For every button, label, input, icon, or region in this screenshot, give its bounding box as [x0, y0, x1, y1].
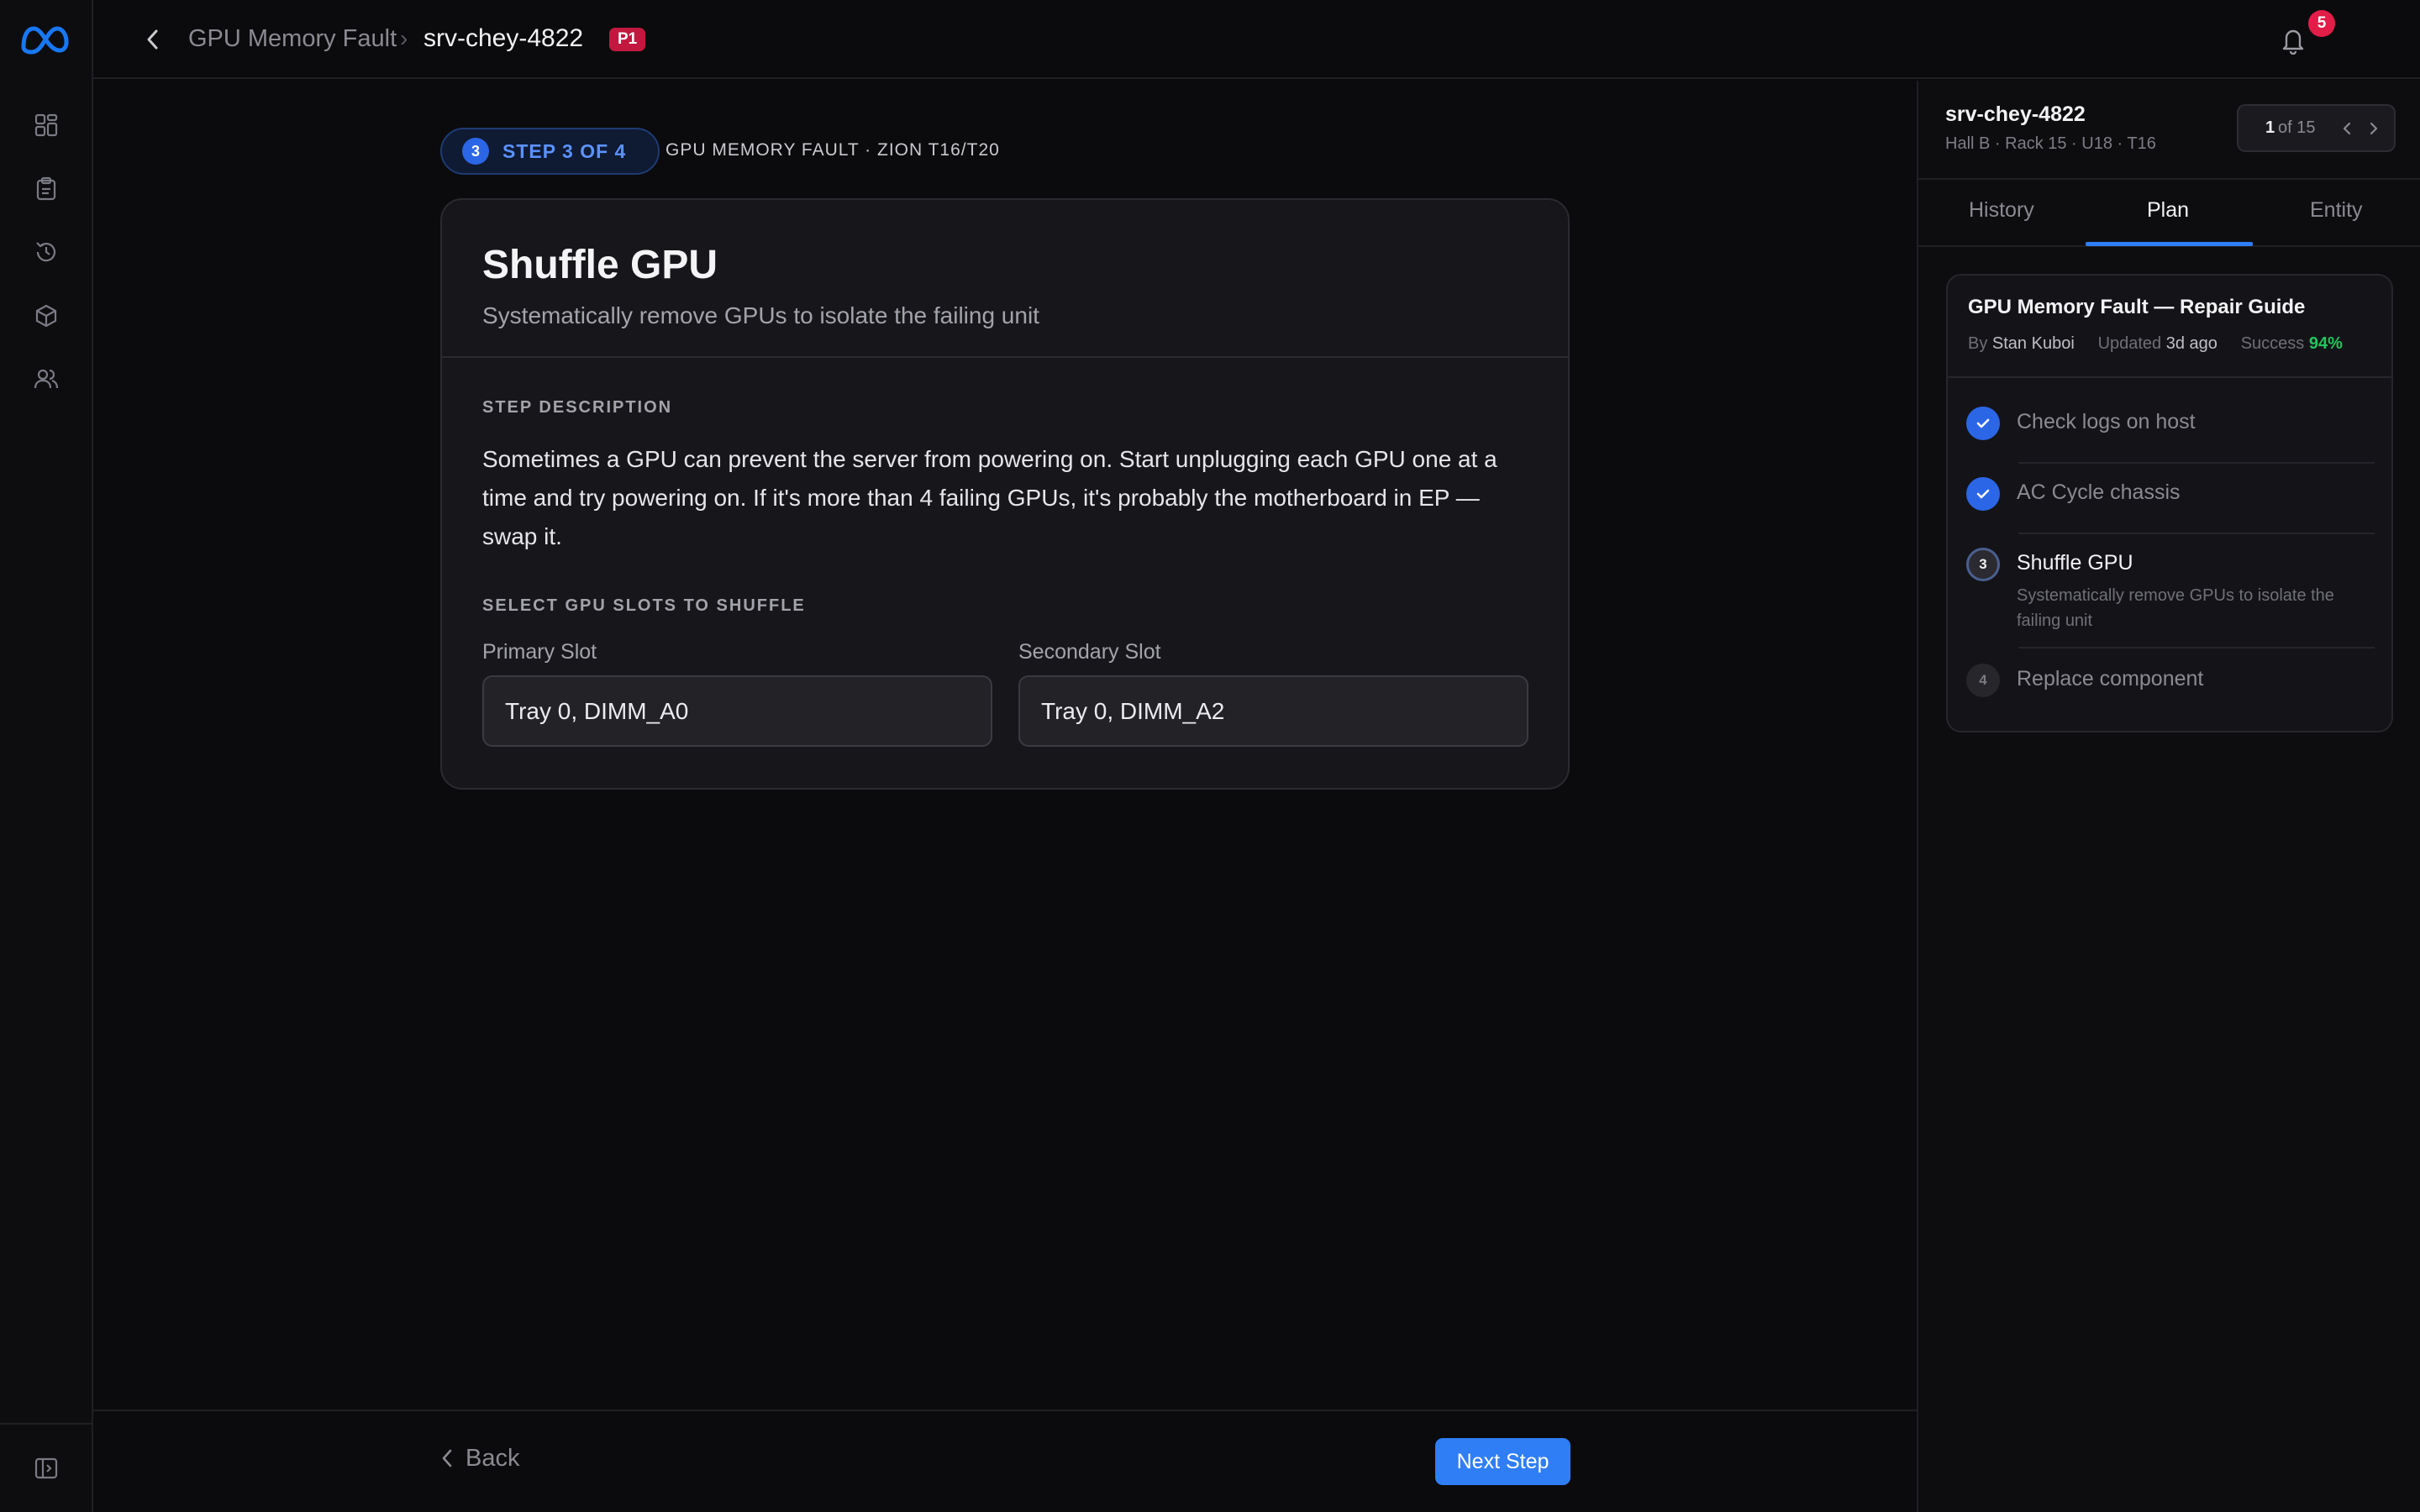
footer-divider [93, 1410, 1917, 1411]
entity-pager: 1 of 15 [2237, 104, 2396, 152]
dashboard-icon[interactable] [29, 108, 64, 143]
pager-total: of 15 [2278, 118, 2316, 137]
breadcrumb-separator: › [400, 25, 408, 51]
card-divider [442, 356, 1568, 358]
guide-divider [1948, 376, 2391, 378]
secondary-slot-input[interactable]: Tray 0, DIMM_A2 [1018, 675, 1528, 747]
description-heading: STEP DESCRIPTION [482, 398, 673, 417]
priority-badge: P1 [609, 28, 646, 51]
guide-updated: 3d ago [2165, 334, 2217, 353]
panel-divider [1918, 178, 2420, 180]
package-icon[interactable] [29, 298, 64, 333]
bell-icon[interactable] [2276, 24, 2310, 57]
guide-step-label: Shuffle GPU [2017, 551, 2133, 575]
tab-plan[interactable]: Plan [2147, 198, 2189, 223]
guide-by-label: By [1968, 334, 1988, 353]
breadcrumb-parent[interactable]: GPU Memory Fault [188, 25, 397, 53]
pager-current: 1 [2265, 118, 2275, 137]
guide-success-label: Success [2240, 334, 2305, 353]
guide-step-divider [2018, 647, 2375, 648]
sidebar-toggle-icon[interactable] [29, 1451, 64, 1486]
chevron-left-icon [442, 1449, 452, 1467]
back-chevron-icon[interactable] [139, 25, 167, 54]
guide-title: GPU Memory Fault — Repair Guide [1968, 296, 2306, 318]
guide-step-label: AC Cycle chassis [2017, 480, 2181, 504]
server-name: srv-chey-4822 [1945, 102, 2086, 126]
step-title: Shuffle GPU [482, 243, 718, 287]
chevron-left-icon[interactable] [2338, 119, 2356, 138]
breadcrumb-current: srv-chey-4822 [424, 24, 584, 52]
guide-updated-label: Updated [2097, 334, 2162, 353]
check-icon [1966, 477, 2000, 511]
step-context-label: GPU MEMORY FAULT · ZION T16/T20 [666, 140, 1000, 160]
step-description: Sometimes a GPU can prevent the server f… [482, 446, 1497, 549]
guide-author: Stan Kuboi [1991, 334, 2075, 353]
step-number-marker: 3 [1966, 548, 2000, 581]
users-icon[interactable] [29, 361, 64, 396]
repair-guide-card: GPU Memory Fault — Repair Guide By Stan … [1946, 274, 2393, 732]
guide-step-divider [2018, 533, 2375, 534]
tab-entity[interactable]: Entity [2310, 198, 2363, 223]
step-indicator: 3 STEP 3 OF 4 [440, 128, 660, 175]
check-icon [1966, 407, 2000, 440]
step-subtitle: Systematically remove GPUs to isolate th… [482, 302, 1039, 328]
meta-logo-icon[interactable] [17, 18, 72, 59]
guide-step-label: Replace component [2017, 667, 2204, 690]
slots-heading: SELECT GPU SLOTS TO SHUFFLE [482, 596, 806, 615]
guide-success-rate: 94% [2308, 334, 2343, 353]
clipboard-icon[interactable] [29, 171, 64, 207]
guide-step-divider [2018, 462, 2375, 464]
step-number-marker: 4 [1966, 664, 2000, 697]
step-progress-label: STEP 3 OF 4 [502, 139, 627, 162]
rail-divider [0, 1423, 92, 1425]
secondary-slot-label: Secondary Slot [1018, 640, 1161, 664]
tab-history[interactable]: History [1969, 198, 2034, 223]
step-card: Shuffle GPU Systematically remove GPUs t… [440, 198, 1570, 790]
right-panel: srv-chey-4822 Hall B · Rack 15 · U18 · T… [1917, 81, 2420, 1512]
active-tab-indicator [2086, 242, 2253, 246]
back-button-label: Back [466, 1444, 520, 1472]
history-icon[interactable] [29, 234, 64, 270]
next-step-button[interactable]: Next Step [1435, 1438, 1570, 1485]
back-button[interactable]: Back [440, 1441, 519, 1475]
server-location: Hall B · Rack 15 · U18 · T16 [1945, 134, 2156, 153]
step-number-badge: 3 [462, 138, 489, 165]
guide-step-label: Check logs on host [2017, 410, 2196, 433]
guide-step-description: Systematically remove GPUs to isolate th… [2017, 586, 2334, 630]
primary-slot-input[interactable]: Tray 0, DIMM_A0 [482, 675, 992, 747]
guide-meta: By Stan Kuboi Updated 3d ago Success 94% [1968, 334, 2343, 354]
top-bar: GPU Memory Fault › srv-chey-4822 P1 5 JB [93, 0, 2420, 79]
notification-count-badge: 5 [2308, 10, 2335, 37]
app-root: GPU Memory Fault › srv-chey-4822 P1 5 JB… [0, 0, 2420, 1512]
chevron-right-icon[interactable] [2365, 119, 2383, 138]
main-content: 3 STEP 3 OF 4 GPU MEMORY FAULT · ZION T1… [93, 81, 1917, 1512]
left-rail [0, 0, 93, 1512]
primary-slot-label: Primary Slot [482, 640, 597, 664]
